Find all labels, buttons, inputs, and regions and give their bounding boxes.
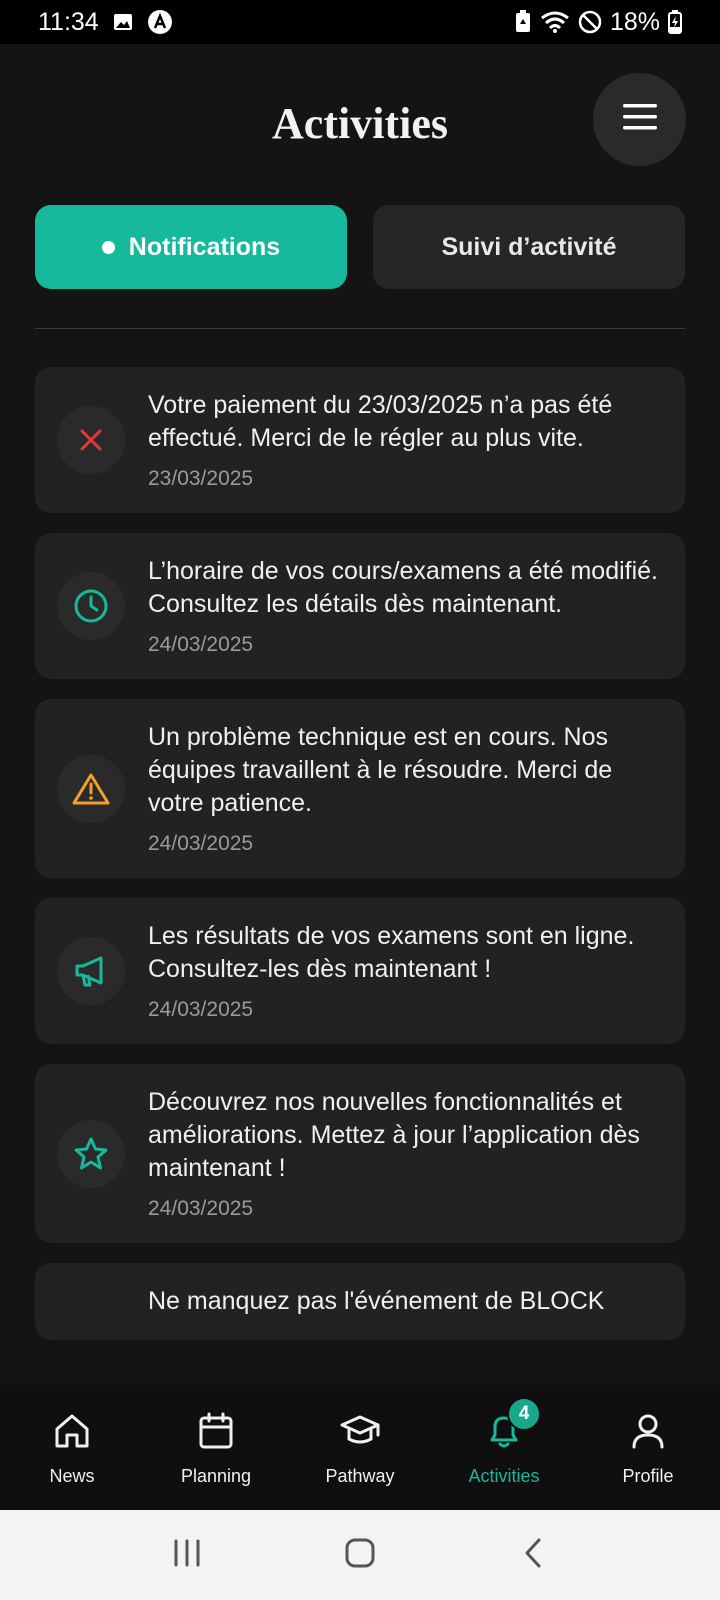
home-icon xyxy=(52,1411,92,1456)
user-icon xyxy=(628,1411,668,1456)
nav-label-news: News xyxy=(49,1466,95,1486)
tab-notifications-label: Notifications xyxy=(128,232,281,261)
notification-text: Ne manquez pas l'événement de BLOCK xyxy=(148,1287,605,1315)
status-right: 18% xyxy=(514,8,682,37)
recent-apps-button[interactable] xyxy=(147,1525,227,1585)
close-icon xyxy=(57,406,125,474)
home-square-icon xyxy=(344,1537,376,1574)
nav-label-pathway: Pathway xyxy=(325,1466,395,1486)
battery-percent: 18% xyxy=(609,7,660,36)
do-not-disturb-icon xyxy=(578,10,602,34)
app-logo-icon xyxy=(147,9,173,35)
notification-text: L’horaire de vos cours/examens a été mod… xyxy=(148,557,658,618)
nav-item-pathway[interactable]: Pathway xyxy=(288,1385,432,1510)
nav-item-news[interactable]: News xyxy=(0,1385,144,1510)
graduation-cap-icon xyxy=(339,1411,381,1456)
tab-activity-tracking[interactable]: Suivi d’activité xyxy=(373,205,685,289)
notification-card-payment[interactable]: Votre paiement du 23/03/2025 n’a pas été… xyxy=(35,367,685,513)
home-button[interactable] xyxy=(320,1525,400,1585)
nav-label-profile: Profile xyxy=(622,1466,674,1486)
wifi-icon xyxy=(540,10,570,34)
notification-date: 24/03/2025 xyxy=(148,1197,254,1220)
tab-activity-tracking-label: Suivi d’activité xyxy=(441,232,617,261)
notification-date: 24/03/2025 xyxy=(148,998,254,1021)
notification-date: 24/03/2025 xyxy=(148,832,254,855)
notification-list[interactable]: Votre paiement du 23/03/2025 n’a pas été… xyxy=(35,367,685,1385)
megaphone-icon xyxy=(57,937,125,1005)
recent-apps-icon xyxy=(172,1539,202,1572)
battery-saver-icon xyxy=(514,10,532,34)
status-left: 11:34 xyxy=(38,8,173,37)
notification-text: Votre paiement du 23/03/2025 n’a pas été… xyxy=(148,391,613,452)
system-nav-bar xyxy=(0,1510,720,1600)
back-chevron-icon xyxy=(522,1537,544,1574)
notification-card-results[interactable]: Les résultats de vos examens sont en lig… xyxy=(35,898,685,1044)
active-dot-icon xyxy=(101,240,115,254)
notification-date: 24/03/2025 xyxy=(148,633,254,656)
tab-notifications[interactable]: Notifications xyxy=(35,205,347,289)
notification-text: Un problème technique est en cours. Nos … xyxy=(148,723,613,817)
hamburger-menu-icon xyxy=(622,103,657,136)
notification-count-badge: 4 xyxy=(507,1397,541,1431)
menu-button[interactable] xyxy=(593,73,686,166)
notification-date: 23/03/2025 xyxy=(148,467,254,490)
status-time: 11:34 xyxy=(38,7,99,36)
nav-item-profile[interactable]: Profile xyxy=(576,1385,720,1510)
calendar-icon xyxy=(196,1411,236,1456)
divider xyxy=(35,328,685,329)
notification-text: Découvrez nos nouvelles fonctionnalités … xyxy=(148,1088,640,1182)
clock-icon xyxy=(57,572,125,640)
notification-card-schedule[interactable]: L’horaire de vos cours/examens a été mod… xyxy=(35,533,685,679)
bottom-nav: News Planning Pathway 4 Activities Profi… xyxy=(0,1385,720,1510)
notification-card-new-features[interactable]: Découvrez nos nouvelles fonctionnalités … xyxy=(35,1064,685,1243)
star-icon xyxy=(57,1119,125,1188)
nav-item-activities[interactable]: 4 Activities xyxy=(432,1385,576,1510)
tab-bar: Notifications Suivi d’activité xyxy=(35,205,685,289)
status-bar: 11:34 18% xyxy=(0,0,720,44)
image-icon xyxy=(113,13,133,31)
notification-card-event[interactable]: Ne manquez pas l'événement de BLOCK xyxy=(35,1263,685,1340)
warning-icon xyxy=(57,754,125,823)
notification-text: Les résultats de vos examens sont en lig… xyxy=(148,922,635,983)
nav-label-planning: Planning xyxy=(180,1466,252,1486)
nav-item-planning[interactable]: Planning xyxy=(144,1385,288,1510)
notification-card-technical-issue[interactable]: Un problème technique est en cours. Nos … xyxy=(35,699,685,878)
battery-charging-icon xyxy=(668,10,682,34)
nav-label-activities: Activities xyxy=(468,1466,540,1486)
back-button[interactable] xyxy=(493,1525,573,1585)
